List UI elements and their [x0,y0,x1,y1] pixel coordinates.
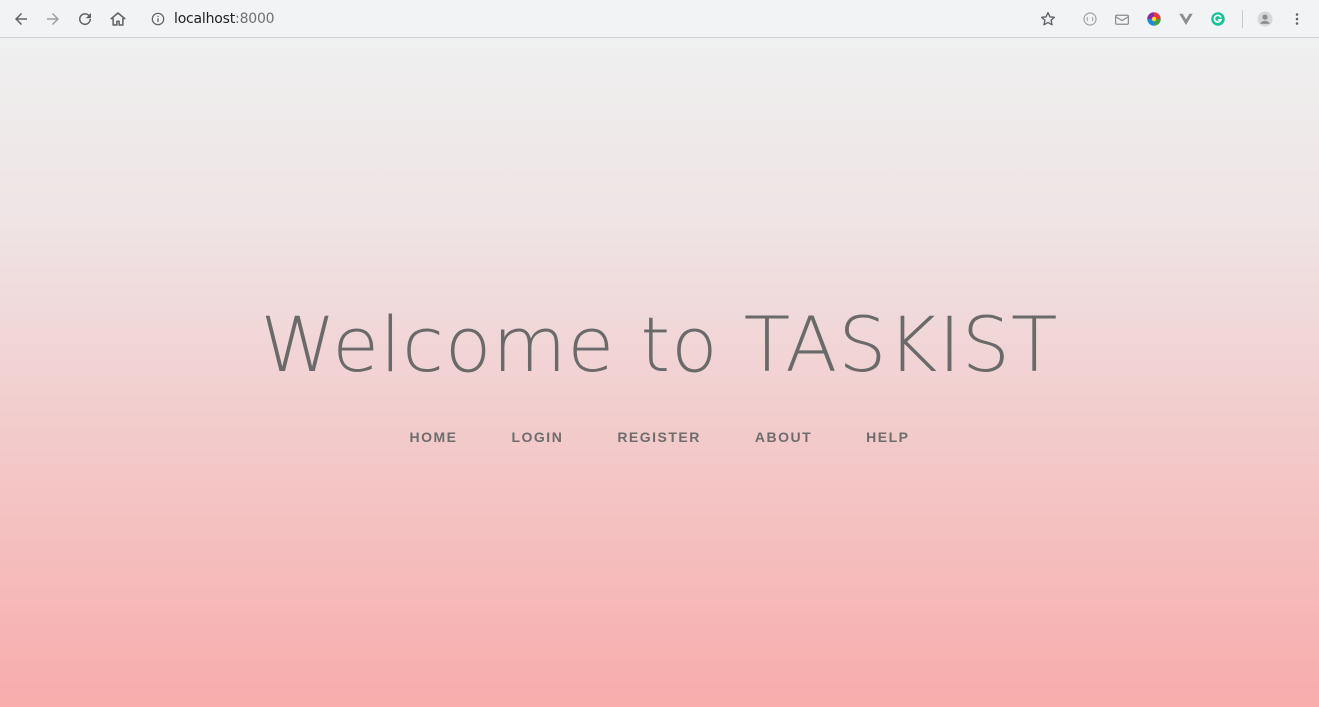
address-bar[interactable]: localhost:8000 [140,4,1070,34]
url-text: localhost:8000 [174,11,275,27]
nav-home[interactable]: HOME [382,429,484,445]
page-title: Welcome to TASKIST [260,300,1059,389]
nav-register[interactable]: REGISTER [590,429,728,445]
vue-devtools-icon[interactable] [1176,9,1196,29]
home-icon[interactable] [104,5,132,33]
extension-circle-icon[interactable] [1080,9,1100,29]
toolbar-separator [1242,10,1243,28]
main-nav: HOME LOGIN REGISTER ABOUT HELP [0,429,1319,445]
browser-toolbar: localhost:8000 [0,0,1319,38]
landing-page: Welcome to TASKIST HOME LOGIN REGISTER A… [0,38,1319,707]
url-port: :8000 [235,11,275,27]
info-icon[interactable] [150,11,166,27]
forward-arrow-icon[interactable] [39,5,67,33]
nav-help[interactable]: HELP [839,429,936,445]
mail-extension-icon[interactable] [1112,9,1132,29]
grammarly-icon[interactable] [1208,9,1228,29]
color-wheel-extension-icon[interactable] [1144,9,1164,29]
nav-about[interactable]: ABOUT [728,429,839,445]
star-icon[interactable] [1038,9,1058,29]
avatar[interactable] [1255,9,1275,29]
reload-icon[interactable] [71,5,99,33]
nav-login[interactable]: LOGIN [484,429,590,445]
url-host: localhost [174,11,236,27]
more-vert-icon[interactable] [1287,9,1307,29]
back-arrow-icon[interactable] [7,5,35,33]
